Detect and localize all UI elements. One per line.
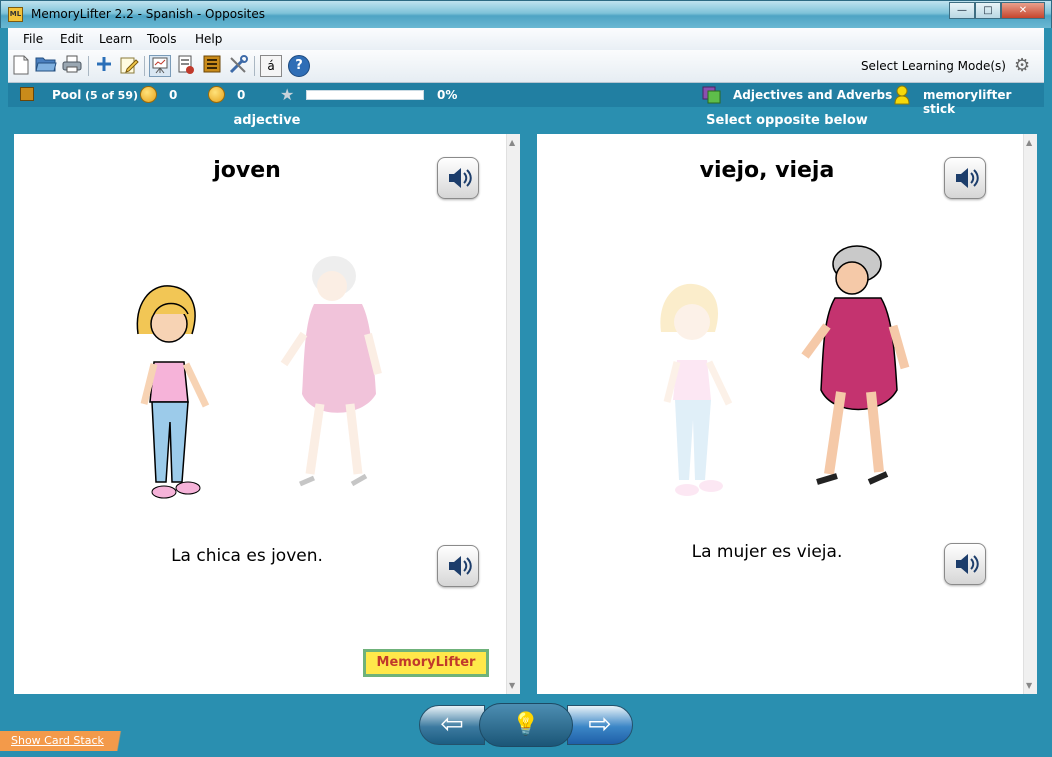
answer-word-audio-button[interactable] — [944, 157, 986, 199]
menu-bar: File Edit Learn Tools Help — [8, 28, 1044, 50]
previous-card-button[interactable]: ⇦ — [419, 705, 485, 745]
toolbar-separator — [254, 56, 255, 76]
answer-sentence-audio-button[interactable] — [944, 543, 986, 585]
help-icon[interactable]: ? — [288, 55, 310, 77]
question-card: joven La chica es joven. MemoryLifter ▲ … — [14, 134, 520, 694]
card-stack-icon[interactable] — [175, 55, 197, 77]
speaker-icon — [449, 556, 472, 576]
print-icon[interactable] — [61, 55, 83, 77]
title-bar: ML MemoryLifter 2.2 - Spanish - Opposite… — [0, 0, 1052, 28]
question-word: joven — [213, 158, 281, 183]
pool-count: (5 of 59) — [85, 89, 139, 102]
progress-text: 0% — [437, 88, 458, 102]
memorylifter-logo: MemoryLifter — [363, 649, 489, 677]
menu-edit[interactable]: Edit — [60, 32, 83, 46]
lightbulb-icon: 💡 — [512, 712, 540, 737]
card-list-icon[interactable] — [201, 55, 223, 77]
scroll-up-icon[interactable]: ▲ — [509, 138, 515, 147]
progress-bar — [306, 90, 424, 100]
happy-face-icon — [140, 86, 157, 103]
sad-face-icon — [208, 86, 225, 103]
open-icon[interactable] — [35, 55, 57, 77]
next-card-button[interactable]: ⇨ — [567, 705, 633, 745]
learning-mode-label[interactable]: Select Learning Mode(s) — [861, 59, 1006, 73]
menu-help[interactable]: Help — [195, 32, 222, 46]
question-scrollbar[interactable]: ▲ ▼ — [506, 134, 520, 694]
scroll-up-icon[interactable]: ▲ — [1026, 138, 1032, 147]
speaker-icon — [956, 168, 979, 188]
toolbar: á ? Select Learning Mode(s) ⚙ — [8, 50, 1044, 83]
card-navigation: ⇦ ⇨ 💡 — [419, 703, 633, 747]
accent-character-icon[interactable]: á — [260, 55, 282, 77]
answer-scrollbar[interactable]: ▲ ▼ — [1023, 134, 1037, 694]
toolbar-separator — [88, 56, 89, 76]
minimize-button[interactable]: — — [949, 2, 975, 19]
menu-tools[interactable]: Tools — [147, 32, 177, 46]
question-panel-header: adjective — [233, 113, 301, 128]
window-controls: — □ ✕ — [949, 2, 1045, 19]
new-icon[interactable] — [10, 55, 32, 77]
chapter-icon — [702, 86, 722, 104]
menu-file[interactable]: File — [23, 32, 43, 46]
speaker-icon — [956, 554, 979, 574]
window-title: MemoryLifter 2.2 - Spanish - Opposites — [31, 7, 266, 21]
close-button[interactable]: ✕ — [1001, 2, 1045, 19]
add-card-icon[interactable] — [93, 55, 115, 77]
hint-button[interactable]: 💡 — [479, 703, 573, 747]
pool-box-icon — [20, 87, 34, 101]
toolbar-separator — [144, 56, 145, 76]
tools-icon[interactable] — [227, 55, 249, 77]
maximize-button[interactable]: □ — [975, 2, 1001, 19]
app-icon: ML — [8, 7, 23, 22]
answer-word: viejo, vieja — [699, 158, 835, 183]
correct-count: 0 — [169, 88, 178, 102]
answer-sentence: La mujer es vieja. — [691, 542, 843, 562]
question-sentence: La chica es joven. — [171, 546, 323, 566]
scroll-down-icon[interactable]: ▼ — [509, 681, 515, 690]
answer-card[interactable]: viejo, vieja La mujer es vieja. ▲ ▼ — [537, 134, 1037, 694]
chapter-name[interactable]: Adjectives and Adverbs — [733, 88, 892, 102]
show-card-stack-link[interactable]: Show Card Stack — [11, 734, 104, 747]
wrong-count: 0 — [237, 88, 246, 102]
status-bar: Pool (5 of 59) 0 0 ★ 0% Adjectives and A… — [8, 83, 1044, 116]
star-icon: ★ — [280, 85, 295, 104]
answer-illustration — [647, 242, 927, 512]
sentence-audio-button[interactable] — [437, 545, 479, 587]
user-icon — [894, 85, 910, 105]
gear-icon[interactable]: ⚙ — [1014, 56, 1034, 76]
menu-learn[interactable]: Learn — [99, 32, 133, 46]
card-illustration — [124, 244, 424, 514]
scroll-down-icon[interactable]: ▼ — [1026, 681, 1032, 690]
edit-icon[interactable] — [118, 55, 140, 77]
show-card-stack-tab[interactable]: Show Card Stack — [0, 731, 130, 751]
word-audio-button[interactable] — [437, 157, 479, 199]
presentation-icon[interactable] — [149, 55, 171, 77]
speaker-icon — [449, 168, 472, 188]
answer-panel-header: Select opposite below — [706, 113, 868, 128]
pool-label: Pool — [52, 88, 82, 102]
